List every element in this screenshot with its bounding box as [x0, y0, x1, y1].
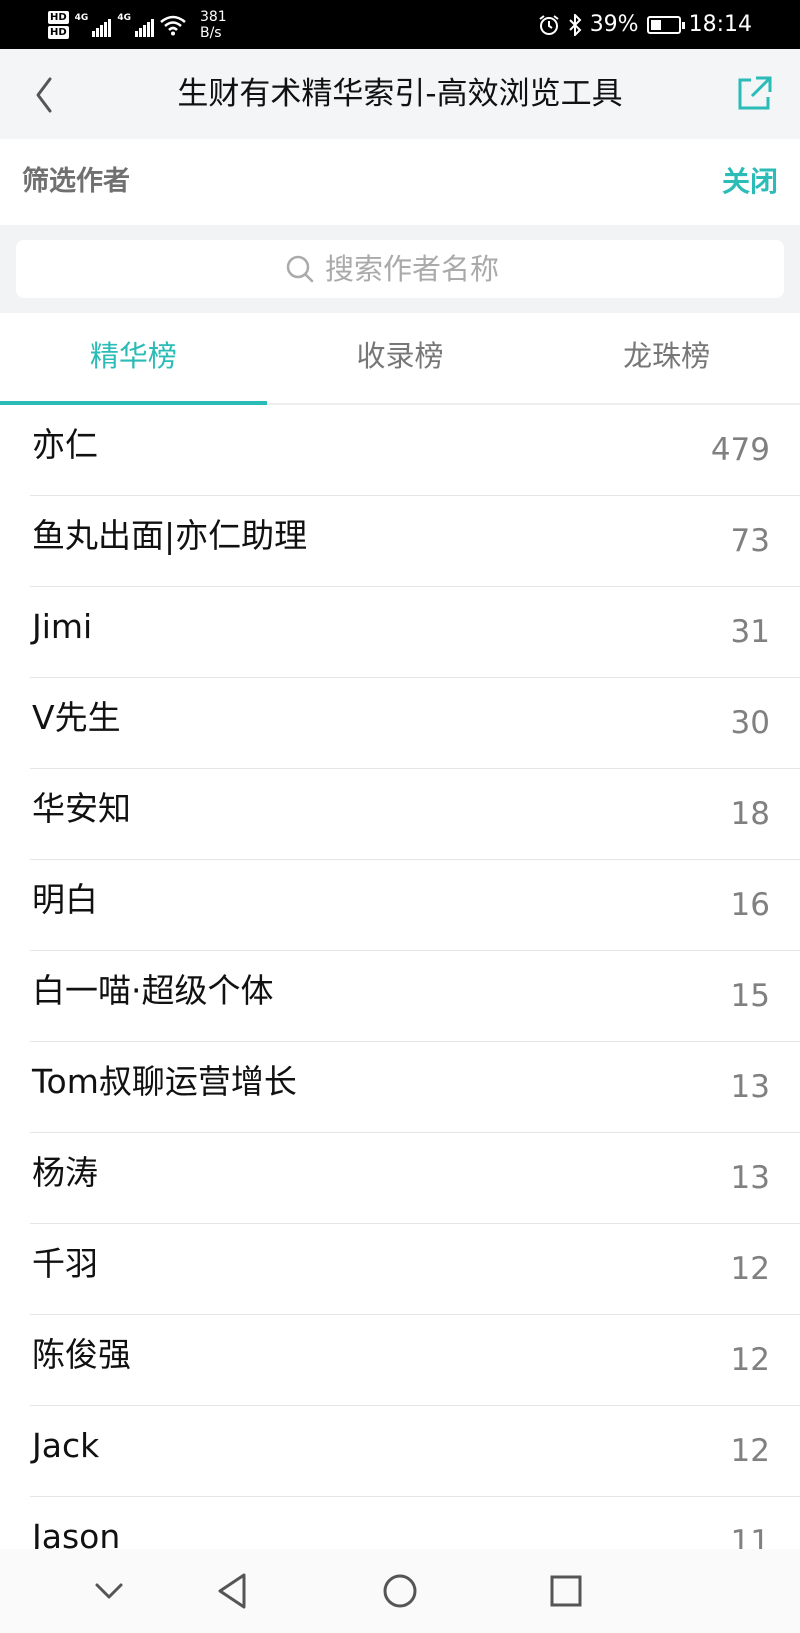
search-icon — [286, 255, 314, 283]
search-section — [0, 225, 800, 313]
author-count: 12 — [730, 1433, 770, 1469]
list-item[interactable]: 杨涛 13 — [30, 1133, 800, 1224]
ranking-tabs: 精华榜 收录榜 龙珠榜 — [0, 313, 800, 405]
tab-longzhu[interactable]: 龙珠榜 — [533, 313, 800, 403]
tab-jinghua[interactable]: 精华榜 — [0, 313, 267, 405]
battery-icon — [646, 15, 685, 34]
recents-square-icon[interactable] — [542, 1567, 590, 1615]
author-count: 479 — [710, 432, 770, 468]
list-item[interactable]: 亦仁 479 — [30, 405, 800, 496]
author-name: 华安知 — [32, 789, 131, 828]
author-count: 31 — [730, 614, 770, 650]
list-item[interactable]: 鱼丸出面|亦仁助理 73 — [30, 496, 800, 587]
author-count: 12 — [730, 1251, 770, 1287]
author-name: 鱼丸出面|亦仁助理 — [32, 516, 308, 555]
system-nav-bar — [0, 1549, 800, 1633]
author-count: 16 — [730, 887, 770, 923]
list-item[interactable]: 陈俊强 12 — [30, 1315, 800, 1406]
author-name: Jack — [32, 1426, 100, 1465]
author-count: 15 — [730, 978, 770, 1014]
author-name: 杨涛 — [32, 1153, 98, 1192]
page-title: 生财有术精华索引-高效浏览工具 — [177, 76, 623, 112]
author-name: Jimi — [32, 607, 93, 646]
author-count: 18 — [730, 796, 770, 832]
hd-badge-1: HD — [48, 11, 69, 24]
list-item[interactable]: 华安知 18 — [30, 769, 800, 860]
list-item[interactable]: 千羽 12 — [30, 1224, 800, 1315]
back-arrow-icon[interactable] — [28, 73, 68, 117]
author-name: 亦仁 — [32, 425, 98, 464]
author-name: V先生 — [32, 698, 121, 737]
author-name: 陈俊强 — [32, 1335, 131, 1374]
list-item[interactable]: 明白 16 — [30, 860, 800, 951]
share-external-icon[interactable] — [734, 74, 774, 114]
signal-1-icon: 4G — [75, 13, 112, 37]
chevron-down-icon[interactable] — [85, 1567, 133, 1615]
author-count: 12 — [730, 1342, 770, 1378]
search-input[interactable] — [325, 252, 515, 286]
filter-header: 筛选作者 关闭 — [0, 139, 800, 225]
nav-bar: 生财有术精华索引-高效浏览工具 — [0, 49, 800, 139]
status-right: 39% 18:14 — [538, 0, 752, 49]
author-name: 明白 — [32, 880, 98, 919]
author-name: 白一喵·超级个体 — [32, 971, 274, 1010]
author-count: 13 — [730, 1069, 770, 1105]
list-item[interactable]: 白一喵·超级个体 15 — [30, 951, 800, 1042]
author-count: 13 — [730, 1160, 770, 1196]
alarm-icon — [539, 14, 559, 35]
tab-shoulu[interactable]: 收录榜 — [267, 313, 534, 403]
search-box[interactable] — [16, 240, 784, 298]
list-item[interactable]: Tom叔聊运营增长 13 — [30, 1042, 800, 1133]
author-count: 30 — [730, 705, 770, 741]
signal-2-icon: 4G — [117, 13, 154, 37]
battery-percent: 39% — [589, 12, 639, 37]
filter-author-label: 筛选作者 — [22, 166, 130, 197]
list-item[interactable]: Jack 12 — [30, 1406, 800, 1497]
author-count: 73 — [730, 523, 770, 559]
home-circle-icon[interactable] — [376, 1567, 424, 1615]
author-list: 亦仁 479 鱼丸出面|亦仁助理 73 Jimi 31 V先生 30 华安知 18 明白 1… — [0, 405, 800, 1588]
status-left: HD HD 4G 4G 381 B/s — [48, 6, 227, 44]
author-name: 千羽 — [32, 1244, 98, 1283]
back-triangle-icon[interactable] — [210, 1567, 258, 1615]
clock: 18:14 — [688, 12, 752, 37]
network-speed: 381 B/s — [199, 9, 227, 41]
bluetooth-icon — [568, 13, 582, 36]
list-item[interactable]: Jimi 31 — [30, 587, 800, 678]
wifi-icon — [160, 15, 186, 36]
close-button[interactable]: 关闭 — [722, 139, 778, 225]
hd-badge-2: HD — [48, 26, 69, 39]
list-item[interactable]: V先生 30 — [30, 678, 800, 769]
author-name: Tom叔聊运营增长 — [32, 1062, 297, 1101]
status-bar: HD HD 4G 4G 381 B/s 39% 18:14 — [0, 0, 800, 49]
